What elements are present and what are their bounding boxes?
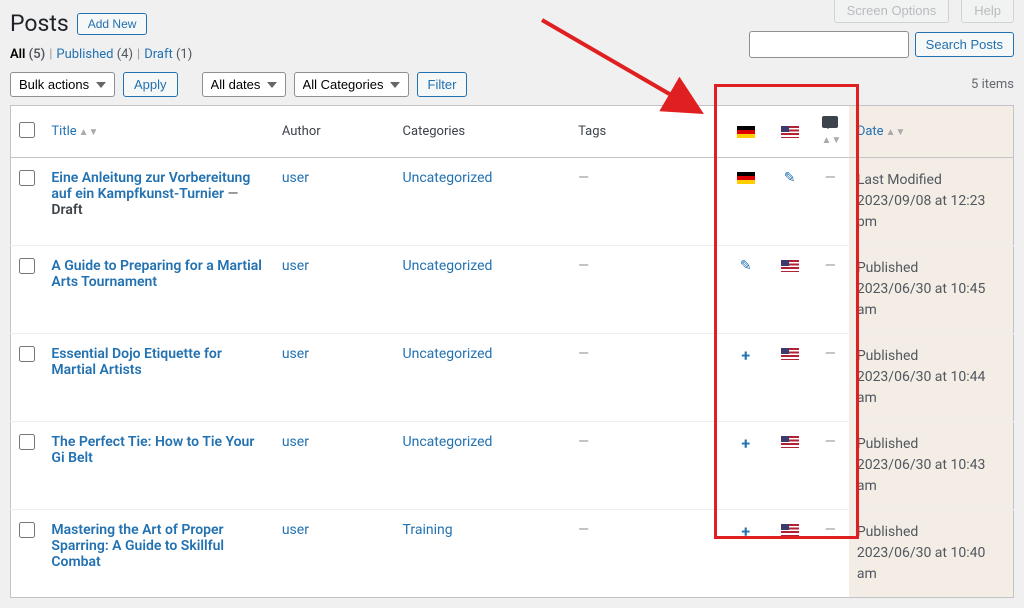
screen-options-button[interactable]: Screen Options [834, 0, 950, 23]
author-link[interactable]: user [282, 522, 309, 538]
author-link[interactable]: user [282, 346, 309, 362]
flag-us-icon [781, 348, 799, 360]
filter-published[interactable]: Published (4) [56, 47, 133, 62]
col-tags: Tags [570, 106, 724, 158]
col-author: Author [274, 106, 395, 158]
tags-value: — [578, 522, 589, 538]
flag-us-icon [781, 524, 799, 536]
flag-us-icon [781, 260, 799, 272]
col-lang-de [724, 106, 768, 158]
plus-icon[interactable]: + [741, 346, 750, 365]
row-checkbox[interactable] [19, 434, 35, 450]
col-date[interactable]: Date▲▼ [849, 106, 1014, 158]
help-button[interactable]: Help [961, 0, 1014, 23]
author-link[interactable]: user [282, 434, 309, 450]
table-row: A Guide to Preparing for a Martial Arts … [11, 246, 1014, 334]
filter-draft[interactable]: Draft (1) [144, 47, 192, 62]
table-row: Eine Anleitung zur Vorbereitung auf ein … [11, 158, 1014, 246]
lang-us-cell[interactable]: ✎ [768, 158, 812, 246]
lang-de-cell[interactable]: + [724, 334, 768, 422]
author-link[interactable]: user [282, 170, 309, 186]
lang-us-cell[interactable] [768, 334, 812, 422]
category-link[interactable]: Training [403, 522, 453, 538]
col-comments[interactable]: ▲▼ [812, 106, 849, 158]
col-title[interactable]: Title▲▼ [43, 106, 273, 158]
date-value: Published2023/06/30 at 10:40 am [857, 522, 1005, 585]
post-title-link[interactable]: Essential Dojo Etiquette for Martial Art… [51, 346, 222, 378]
dates-select[interactable]: All dates [202, 72, 286, 97]
flag-us-icon [781, 436, 799, 448]
search-posts-button[interactable]: Search Posts [915, 32, 1014, 57]
lang-de-cell[interactable] [724, 158, 768, 246]
table-row: The Perfect Tie: How to Tie Your Gi Belt… [11, 422, 1014, 510]
author-link[interactable]: user [282, 258, 309, 274]
post-title-link[interactable]: Eine Anleitung zur Vorbereitung auf ein … [51, 170, 250, 202]
sort-icon: ▲▼ [79, 127, 99, 138]
post-title-link[interactable]: The Perfect Tie: How to Tie Your Gi Belt [51, 434, 254, 466]
table-row: Essential Dojo Etiquette for Martial Art… [11, 334, 1014, 422]
plus-icon[interactable]: + [741, 434, 750, 453]
post-title-link[interactable]: A Guide to Preparing for a Martial Arts … [51, 258, 261, 290]
comments-value: — [825, 258, 836, 274]
posts-table: Title▲▼ Author Categories Tags ▲▼ Date▲▼… [10, 105, 1014, 598]
tags-value: — [578, 434, 589, 450]
flag-de-icon [737, 126, 755, 138]
items-count: 5 items [971, 77, 1014, 92]
comments-value: — [825, 522, 836, 538]
category-link[interactable]: Uncategorized [403, 170, 493, 186]
date-value: Published2023/06/30 at 10:43 am [857, 434, 1005, 497]
date-value: Published2023/06/30 at 10:44 am [857, 346, 1005, 409]
lang-us-cell[interactable] [768, 246, 812, 334]
row-checkbox[interactable] [19, 170, 35, 186]
post-title-link[interactable]: Mastering the Art of Proper Sparring: A … [51, 522, 224, 570]
sort-icon: ▲▼ [822, 135, 842, 146]
col-categories: Categories [395, 106, 571, 158]
pencil-icon[interactable]: ✎ [784, 170, 796, 186]
comments-value: — [825, 170, 836, 186]
category-link[interactable]: Uncategorized [403, 434, 493, 450]
lang-de-cell[interactable]: ✎ [724, 246, 768, 334]
col-lang-us [768, 106, 812, 158]
tags-value: — [578, 258, 589, 274]
pencil-icon[interactable]: ✎ [740, 258, 752, 274]
status-filter: All (5) | Published (4) | Draft (1) [10, 47, 192, 62]
row-checkbox[interactable] [19, 522, 35, 538]
filter-all[interactable]: All (5) [10, 47, 45, 62]
bulk-actions-select[interactable]: Bulk actions [10, 72, 115, 97]
comments-value: — [825, 434, 836, 450]
lang-us-cell[interactable] [768, 422, 812, 510]
filter-button[interactable]: Filter [417, 72, 468, 97]
table-row: Mastering the Art of Proper Sparring: A … [11, 510, 1014, 598]
lang-de-cell[interactable]: + [724, 422, 768, 510]
lang-us-cell[interactable] [768, 510, 812, 598]
search-input[interactable] [749, 31, 909, 58]
row-checkbox[interactable] [19, 346, 35, 362]
page-title: Posts [10, 10, 69, 37]
tags-value: — [578, 170, 589, 186]
tags-value: — [578, 346, 589, 362]
flag-us-icon [781, 126, 799, 138]
lang-de-cell[interactable]: + [724, 510, 768, 598]
select-all-checkbox[interactable] [19, 122, 35, 138]
categories-select[interactable]: All Categories [294, 72, 409, 97]
flag-de-icon [737, 172, 755, 184]
date-value: Published2023/06/30 at 10:45 am [857, 258, 1005, 321]
date-value: Last Modified2023/09/08 at 12:23 pm [857, 170, 1005, 233]
row-checkbox[interactable] [19, 258, 35, 274]
category-link[interactable]: Uncategorized [403, 258, 493, 274]
plus-icon[interactable]: + [741, 522, 750, 541]
category-link[interactable]: Uncategorized [403, 346, 493, 362]
comments-value: — [825, 346, 836, 362]
apply-button[interactable]: Apply [123, 72, 178, 97]
add-new-button[interactable]: Add New [77, 13, 148, 35]
sort-icon: ▲▼ [886, 127, 906, 138]
comment-icon [822, 116, 838, 128]
